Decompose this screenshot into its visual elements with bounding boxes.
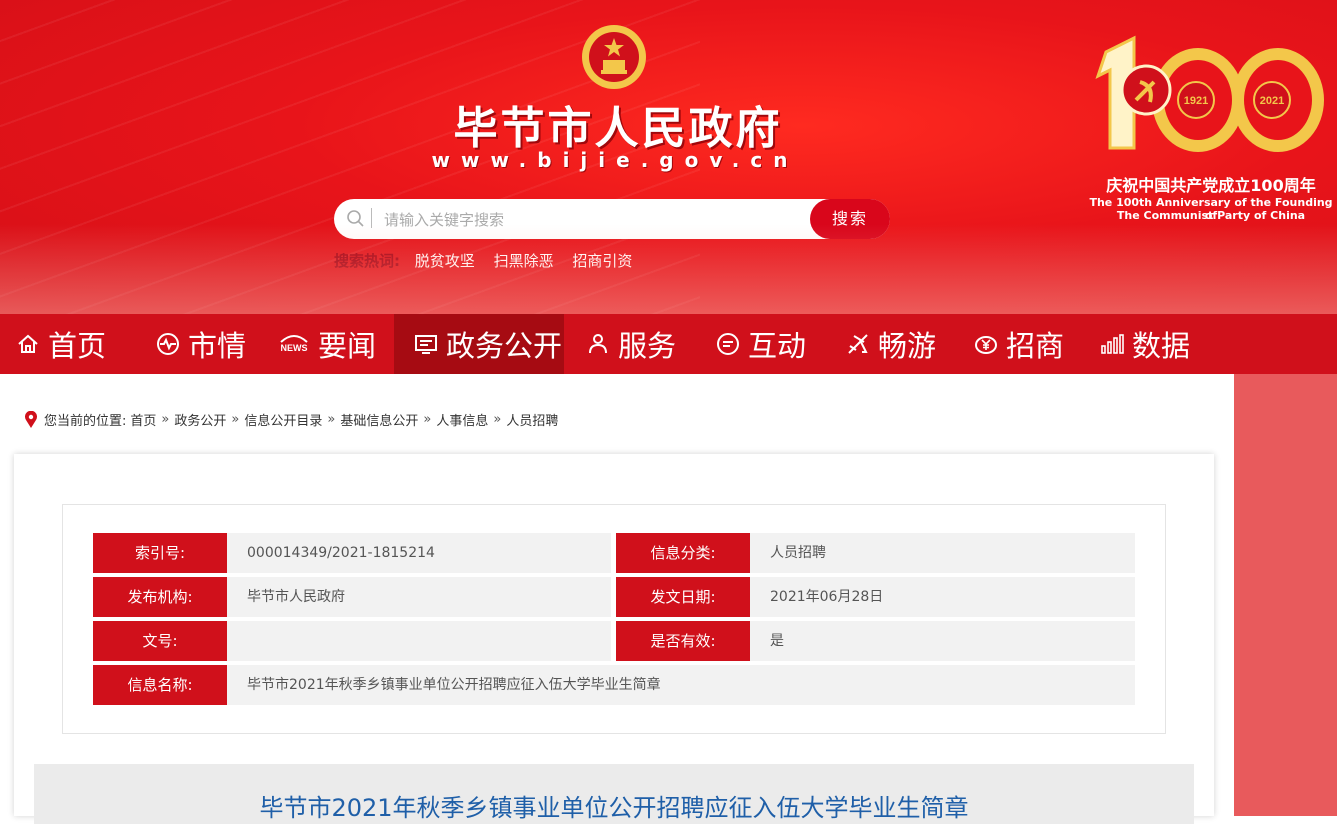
search-box: 搜索 [334, 199, 890, 239]
bar-chart-icon [1101, 334, 1124, 354]
category-label: 信息分类: [616, 533, 750, 573]
monitor-icon [415, 335, 437, 354]
nav-item-data[interactable]: 数据 [1100, 314, 1190, 374]
yen-icon [975, 336, 997, 354]
metadata-table: 索引号: 000014349/2021-1815214 信息分类: 人员招聘 发… [62, 504, 1166, 734]
home-icon [18, 334, 38, 353]
date-label: 发文日期: [616, 577, 750, 617]
docno-value [227, 621, 611, 661]
site-title[interactable]: 毕节市人民政府 [428, 92, 808, 156]
search-input[interactable] [382, 207, 806, 233]
hot-word-link[interactable]: 扫黑除恶 [494, 252, 554, 270]
breadcrumb-separator: » [493, 412, 502, 427]
anniv-year-start: 1921 [1184, 95, 1208, 107]
users-icon [589, 334, 607, 354]
breadcrumb-separator: » [423, 412, 432, 427]
nav-label: 畅游 [878, 329, 937, 363]
breadcrumb-link-basic-info[interactable]: 基础信息公开 [340, 410, 418, 429]
nav-item-gov-affairs[interactable]: 政务公开 [394, 314, 564, 374]
chat-icon [717, 333, 739, 355]
category-value: 人员招聘 [750, 533, 1135, 573]
nav-item-city[interactable]: 市情 [156, 314, 246, 374]
article-title: 毕节市2021年秋季乡镇事业单位公开招聘应征入伍大学毕业生简章 [259, 794, 969, 822]
site-header: 毕节市人民政府 www.bijie.gov.cn 搜索 搜索热词: 脱贫攻坚 扫… [0, 0, 1337, 314]
national-emblem-icon [582, 25, 646, 89]
nav-item-news[interactable]: NEWS 要闻 [278, 314, 376, 374]
search-divider [371, 208, 372, 228]
nav-label: 要闻 [318, 329, 377, 363]
breadcrumb-separator: » [161, 412, 170, 427]
nav-label: 市情 [188, 329, 247, 363]
nav-item-service[interactable]: 服务 [586, 314, 676, 374]
nav-label: 招商 [1006, 329, 1065, 363]
site-url: www.bijie.gov.cn [431, 148, 799, 172]
hot-word-link[interactable]: 招商引资 [572, 252, 632, 270]
publisher-label: 发布机构: [93, 577, 227, 617]
nav-label: 服务 [618, 329, 677, 363]
pulse-icon [157, 333, 179, 355]
nav-item-home[interactable]: 首页 [16, 314, 106, 374]
date-value: 2021年06月28日 [750, 577, 1135, 617]
location-pin-icon [25, 410, 37, 428]
breadcrumb-prefix: 您当前的位置: [44, 414, 127, 429]
breadcrumb-separator: » [327, 412, 336, 427]
breadcrumb: 您当前的位置: 首页 » 政务公开 » 信息公开目录 » 基础信息公开 » 人事… [24, 410, 558, 429]
anniversary-en-line2: The Communist Party of China [1116, 209, 1306, 222]
anniversary-title: 庆祝中国共产党成立100周年 [1106, 176, 1316, 195]
nav-label: 数据 [1132, 329, 1191, 363]
breadcrumb-link-catalog[interactable]: 信息公开目录 [244, 410, 322, 429]
content-card: 索引号: 000014349/2021-1815214 信息分类: 人员招聘 发… [14, 454, 1214, 824]
nav-item-interact[interactable]: 互动 [716, 314, 806, 374]
validity-value: 是 [750, 621, 1135, 661]
news-icon: NEWS [280, 335, 308, 353]
breadcrumb-link-gov-affairs[interactable]: 政务公开 [174, 410, 226, 429]
search-button[interactable]: 搜索 [810, 199, 890, 239]
hot-words-label: 搜索热词: [334, 252, 400, 270]
hot-words: 搜索热词: 脱贫攻坚 扫黑除恶 招商引资 [334, 250, 646, 271]
svg-text:NEWS: NEWS [281, 343, 308, 353]
info-name-value: 毕节市2021年秋季乡镇事业单位公开招聘应征入伍大学毕业生简章 [227, 665, 1135, 705]
publisher-value: 毕节市人民政府 [227, 577, 611, 617]
article-header: 毕节市2021年秋季乡镇事业单位公开招聘应征入伍大学毕业生简章 [34, 764, 1194, 824]
validity-label: 是否有效: [616, 621, 750, 661]
breadcrumb-link-personnel[interactable]: 人事信息 [436, 410, 488, 429]
info-name-label: 信息名称: [93, 665, 227, 705]
breadcrumb-separator: » [231, 412, 240, 427]
breadcrumb-link-home[interactable]: 首页 [130, 410, 156, 429]
breadcrumb-link-recruitment[interactable]: 人员招聘 [506, 410, 558, 429]
plane-icon [848, 334, 868, 354]
nav-item-invest[interactable]: 招商 [974, 314, 1064, 374]
side-decoration [1234, 374, 1337, 816]
main-nav: 首页 市情 NEWS 要闻 政务公开 服务 互动 畅游 招商 数据 [0, 314, 1337, 374]
search-icon [347, 210, 364, 227]
nav-label: 政务公开 [446, 329, 563, 363]
index-value: 000014349/2021-1815214 [227, 533, 611, 573]
nav-label: 互动 [748, 329, 807, 363]
nav-label: 首页 [48, 329, 107, 363]
anniv-year-end: 2021 [1260, 95, 1284, 107]
docno-label: 文号: [93, 621, 227, 661]
hot-word-link[interactable]: 脱贫攻坚 [415, 252, 475, 270]
nav-item-travel[interactable]: 畅游 [846, 314, 936, 374]
index-label: 索引号: [93, 533, 227, 573]
